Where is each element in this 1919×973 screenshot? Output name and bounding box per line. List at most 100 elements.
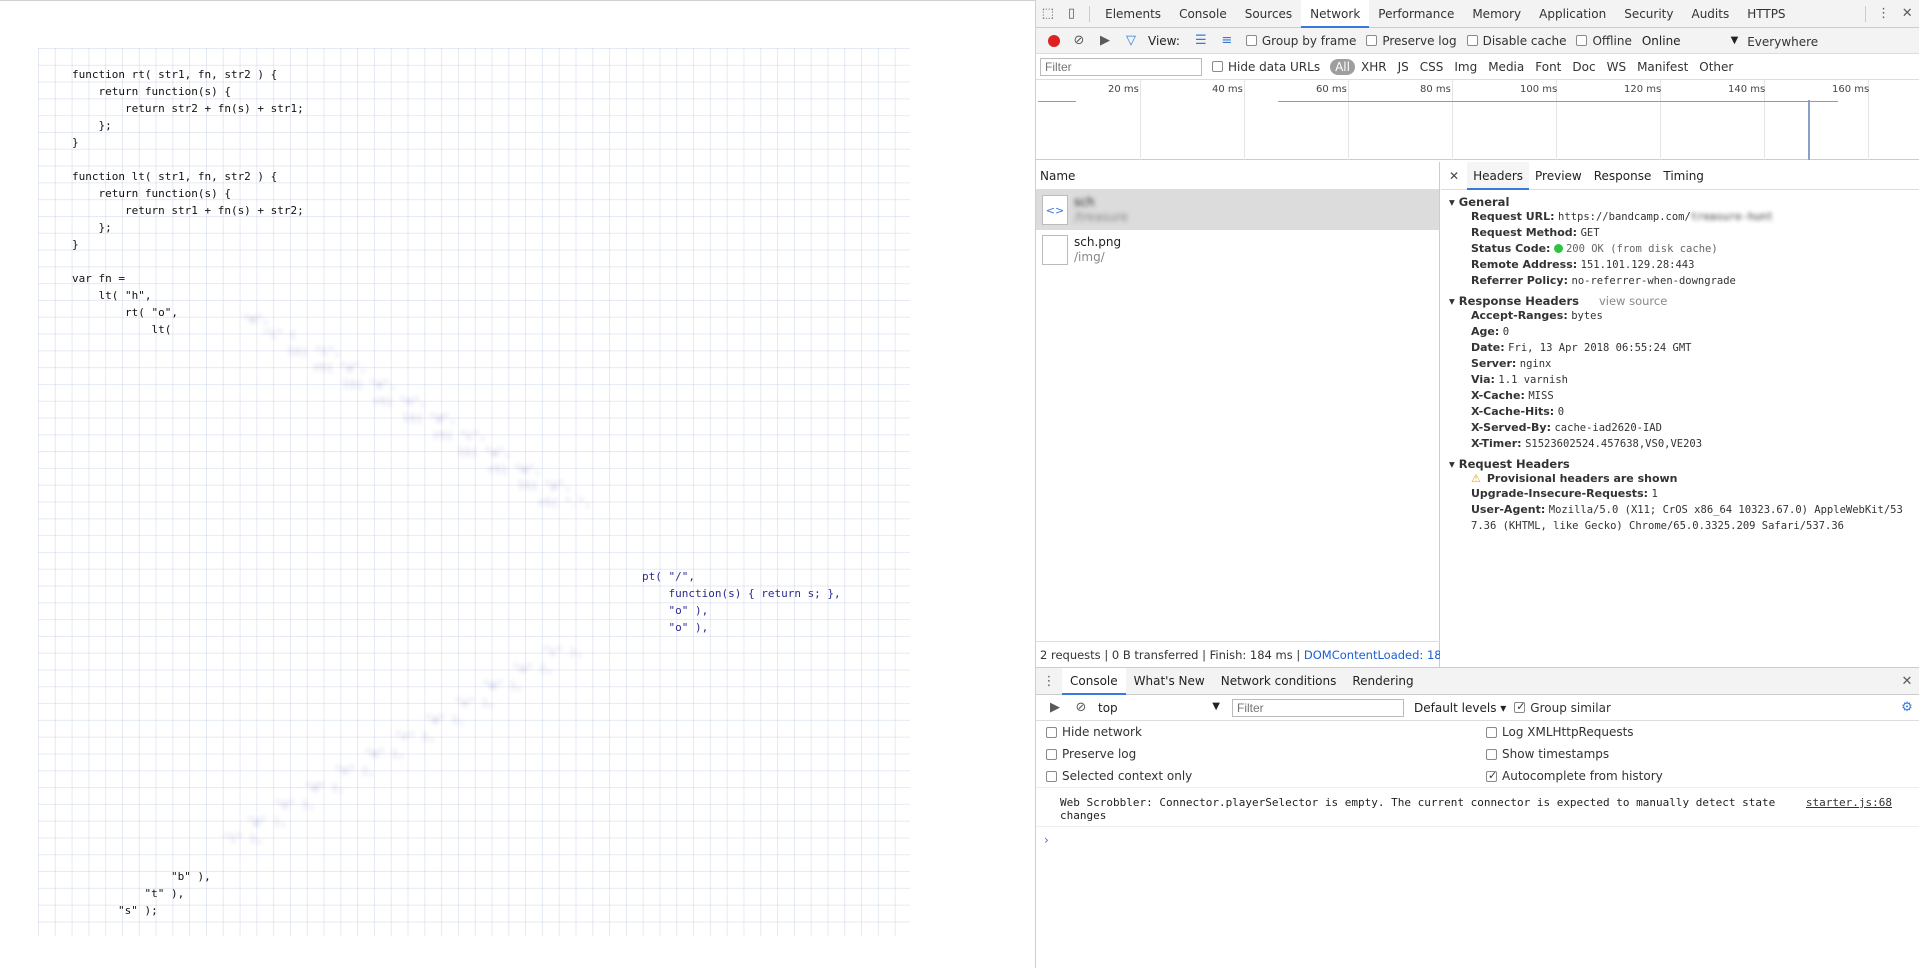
type-font[interactable]: Font: [1530, 59, 1566, 75]
timeline-gridline: [1140, 80, 1141, 160]
type-css[interactable]: CSS: [1415, 59, 1449, 75]
general-section[interactable]: ▾ General: [1441, 195, 1919, 209]
filter-icon[interactable]: ▽: [1118, 28, 1144, 54]
console-message-text: Web Scrobbler: Connector.playerSelector …: [1060, 796, 1776, 809]
disable-cache-checkbox[interactable]: Disable cache: [1466, 34, 1566, 48]
tab-audits[interactable]: Audits: [1682, 0, 1738, 28]
devtools-tabbar: ⬚ ▯ Elements Console Sources Network Per…: [1036, 0, 1919, 49]
type-doc[interactable]: Doc: [1567, 59, 1600, 75]
tab-preview[interactable]: Preview: [1529, 162, 1588, 190]
type-all[interactable]: All: [1330, 58, 1355, 75]
tab-application[interactable]: Application: [1530, 0, 1615, 28]
large-rows-icon[interactable]: ☰: [1188, 28, 1214, 54]
hide-data-urls-checkbox[interactable]: Hide data URLs: [1212, 60, 1320, 74]
timeline-gridline: [1452, 80, 1453, 160]
selected-context-checkbox[interactable]: Selected context only: [1046, 769, 1476, 783]
log-xhr-checkbox[interactable]: Log XMLHttpRequests: [1486, 725, 1916, 739]
header-row: Request URL: https://bandcamp.com/treasu…: [1471, 210, 1773, 223]
tab-https-everywhere[interactable]: HTTPS Everywhere: [1738, 0, 1859, 49]
tab-network[interactable]: Network: [1301, 0, 1370, 28]
group-similar-checkbox[interactable]: Group similar: [1514, 700, 1611, 715]
type-media[interactable]: Media: [1483, 59, 1529, 75]
clear-console-icon[interactable]: ⊘: [1068, 695, 1094, 721]
header-row: X-Timer: S1523602524.457638,VS0,VE203: [1471, 437, 1703, 450]
timeline-tick: 140 ms: [1728, 84, 1766, 95]
offline-checkbox[interactable]: Offline: [1576, 34, 1632, 48]
type-manifest[interactable]: Manifest: [1632, 59, 1693, 75]
autocomplete-checkbox[interactable]: Autocomplete from history: [1486, 769, 1916, 783]
type-img[interactable]: Img: [1449, 59, 1482, 75]
view-source-link[interactable]: view source: [1599, 294, 1667, 308]
type-js[interactable]: JS: [1393, 59, 1414, 75]
log-levels-select[interactable]: Default levels ▾: [1414, 701, 1506, 715]
type-xhr[interactable]: XHR: [1356, 59, 1392, 75]
provisional-warning: ⚠ Provisional headers are shown: [1471, 472, 1678, 485]
tab-security[interactable]: Security: [1615, 0, 1682, 28]
timeline-gridline: [1348, 80, 1349, 160]
request-name: sch.png: [1074, 235, 1122, 249]
network-filter-input[interactable]: [1040, 57, 1202, 76]
clear-icon[interactable]: ⊘: [1066, 28, 1092, 54]
drawer-menu-icon[interactable]: ⋮: [1036, 668, 1062, 694]
overview-icon[interactable]: ≡: [1214, 28, 1240, 54]
tab-elements[interactable]: Elements: [1096, 0, 1170, 28]
chevron-down-icon[interactable]: ▼: [1731, 35, 1739, 46]
group-by-frame-checkbox[interactable]: Group by frame: [1245, 34, 1356, 48]
view-label: View:: [1148, 33, 1180, 48]
sidebar-toggle-icon[interactable]: ▶: [1042, 695, 1068, 721]
request-path: /treasure: [1074, 210, 1129, 224]
file-icon: [1042, 235, 1068, 265]
response-headers-section[interactable]: ▾ Response Headers view source: [1441, 294, 1919, 308]
device-toolbar-icon[interactable]: ▯: [1060, 1, 1084, 27]
drawer-tab-console[interactable]: Console: [1062, 667, 1126, 695]
header-row-continued: 7.36 (KHTML, like Gecko) Chrome/65.0.332…: [1471, 520, 1844, 532]
tab-sources[interactable]: Sources: [1236, 0, 1301, 28]
throttle-select[interactable]: Online: [1642, 34, 1681, 48]
network-filterbar: Hide data URLs All XHR JS CSS Img Media …: [1036, 54, 1919, 80]
tab-headers[interactable]: Headers: [1467, 161, 1530, 190]
drawer-tab-network-conditions[interactable]: Network conditions: [1213, 668, 1345, 695]
request-headers-section[interactable]: ▾ Request Headers: [1441, 457, 1919, 471]
type-other[interactable]: Other: [1694, 59, 1738, 75]
name-column-header[interactable]: Name: [1036, 162, 1439, 190]
tabbar-divider: [1089, 5, 1091, 22]
close-devtools-icon[interactable]: ✕: [1895, 1, 1919, 27]
header-row: Status Code: 200 OK (from disk cache): [1471, 242, 1718, 255]
close-drawer-icon[interactable]: ✕: [1894, 668, 1919, 694]
console-prompt[interactable]: ›: [1036, 833, 1919, 847]
tab-console[interactable]: Console: [1170, 0, 1236, 28]
network-overview-timeline[interactable]: 20 ms 40 ms 60 ms 80 ms 100 ms 120 ms 14…: [1036, 80, 1919, 160]
timeline-tick: 80 ms: [1420, 84, 1451, 95]
show-timestamps-checkbox[interactable]: Show timestamps: [1486, 747, 1916, 761]
tabbar-divider-right: [1864, 5, 1866, 22]
tab-response[interactable]: Response: [1588, 162, 1658, 190]
header-row: Via: 1.1 varnish: [1471, 373, 1568, 386]
inspect-element-icon[interactable]: ⬚: [1036, 1, 1060, 27]
drawer-tab-whats-new[interactable]: What's New: [1126, 668, 1213, 695]
message-source-link[interactable]: starter.js:68: [1806, 796, 1892, 822]
request-row[interactable]: sch.png /img/: [1036, 230, 1439, 270]
console-preserve-log-checkbox[interactable]: Preserve log: [1046, 747, 1476, 761]
tab-memory[interactable]: Memory: [1463, 0, 1530, 28]
drawer-tab-rendering[interactable]: Rendering: [1344, 668, 1421, 695]
type-ws[interactable]: WS: [1602, 59, 1631, 75]
timeline-bar: [1038, 101, 1076, 102]
more-options-icon[interactable]: ⋮: [1872, 1, 1896, 27]
tab-timing[interactable]: Timing: [1657, 162, 1710, 190]
timeline-tick: 160 ms: [1832, 84, 1870, 95]
close-detail-icon[interactable]: ✕: [1441, 169, 1467, 183]
request-row[interactable]: <> sch /treasure: [1036, 190, 1439, 230]
console-filter-input[interactable]: [1232, 698, 1404, 717]
hide-network-checkbox[interactable]: Hide network: [1046, 725, 1476, 739]
screenshot-icon[interactable]: ▶: [1092, 28, 1118, 54]
context-select[interactable]: top ▼: [1094, 701, 1224, 715]
record-icon[interactable]: [1048, 34, 1060, 47]
header-row: X-Served-By: cache-iad2620-IAD: [1471, 421, 1662, 434]
code-middle: pt( "/", function(s) { return s; }, "o" …: [642, 570, 841, 634]
blurred-cascade: "m", "l" ( lt( "l", rt( "a", lt( "e", rt…: [223, 313, 591, 845]
console-settings-icon[interactable]: ⚙: [1894, 695, 1919, 721]
tab-performance[interactable]: Performance: [1369, 0, 1463, 28]
preserve-log-checkbox[interactable]: Preserve log: [1366, 34, 1457, 48]
header-row: Age: 0: [1471, 325, 1510, 338]
header-row: Accept-Ranges: bytes: [1471, 309, 1603, 322]
